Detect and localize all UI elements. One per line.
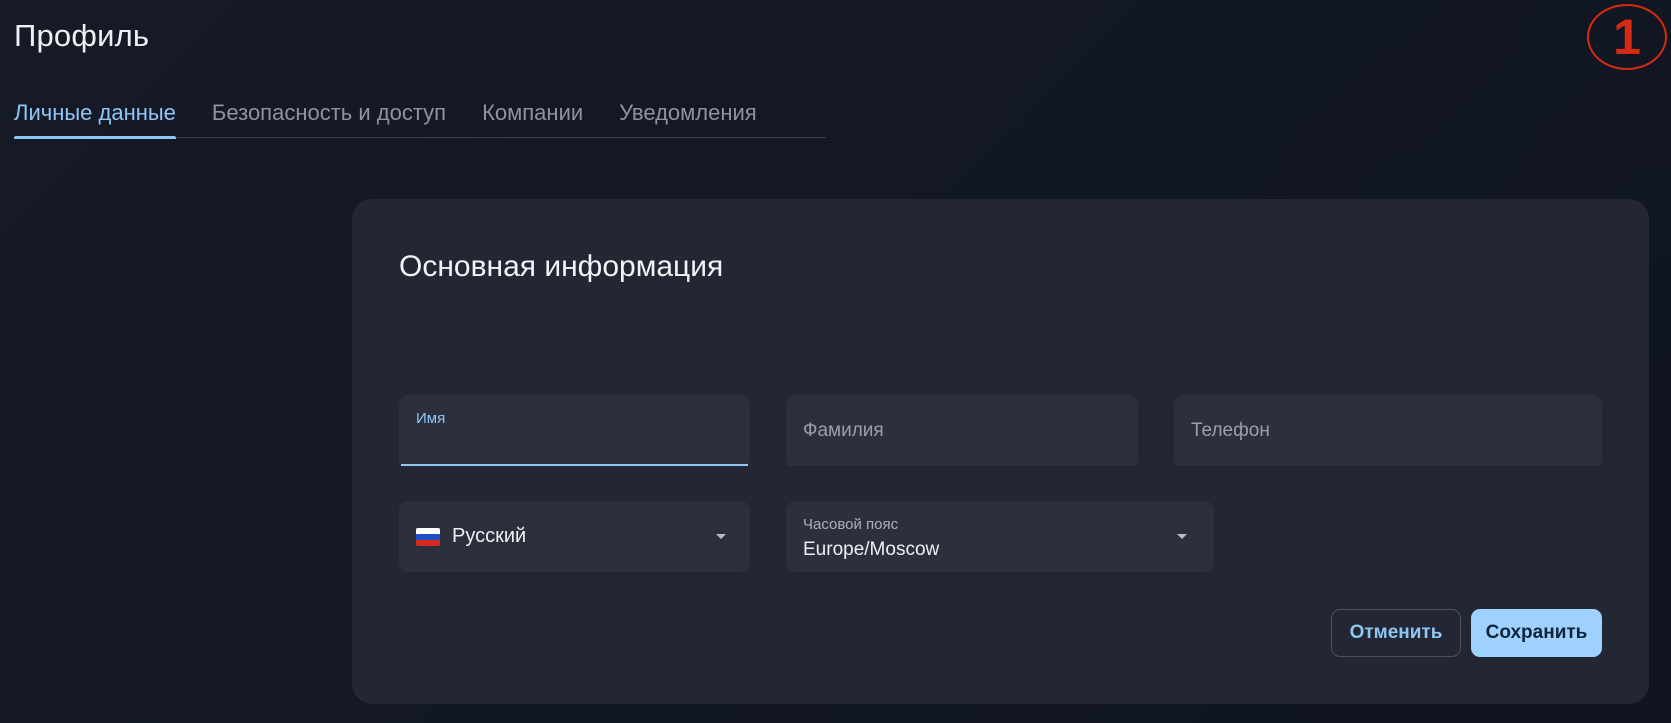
last-name-placeholder: Фамилия [803, 420, 884, 441]
profile-page: Профиль 1 Личные данные Безопасность и д… [0, 0, 1671, 723]
tab-personal-data[interactable]: Личные данные [14, 96, 176, 139]
timezone-label: Часовой пояс [803, 516, 899, 533]
step-number-badge: 1 [1587, 4, 1667, 70]
save-button[interactable]: Сохранить [1471, 609, 1602, 657]
phone-placeholder: Телефон [1191, 420, 1270, 441]
language-select[interactable]: Русский [399, 501, 750, 572]
language-value: Русский [452, 525, 527, 547]
first-name-field[interactable]: Имя [399, 395, 750, 466]
tab-security-access[interactable]: Безопасность и доступ [212, 96, 446, 138]
timezone-select[interactable]: Часовой пояс Europe/Moscow [786, 501, 1214, 572]
card-title: Основная информация [399, 250, 724, 283]
profile-tabs: Личные данные Безопасность и доступ Комп… [14, 96, 826, 139]
page-title: Профиль [14, 18, 150, 53]
russia-flag-icon [416, 528, 440, 546]
tab-companies[interactable]: Компании [482, 96, 583, 138]
chevron-down-icon [716, 534, 726, 539]
timezone-value: Europe/Moscow [803, 539, 940, 560]
cancel-button[interactable]: Отменить [1331, 609, 1461, 657]
first-name-label: Имя [416, 410, 446, 427]
phone-field[interactable]: Телефон [1174, 395, 1602, 466]
last-name-field[interactable]: Фамилия [786, 395, 1138, 466]
basic-info-card: Основная информация Имя Фамилия Телефон … [352, 199, 1649, 704]
chevron-down-icon [1177, 534, 1187, 539]
tab-notifications[interactable]: Уведомления [619, 96, 757, 138]
